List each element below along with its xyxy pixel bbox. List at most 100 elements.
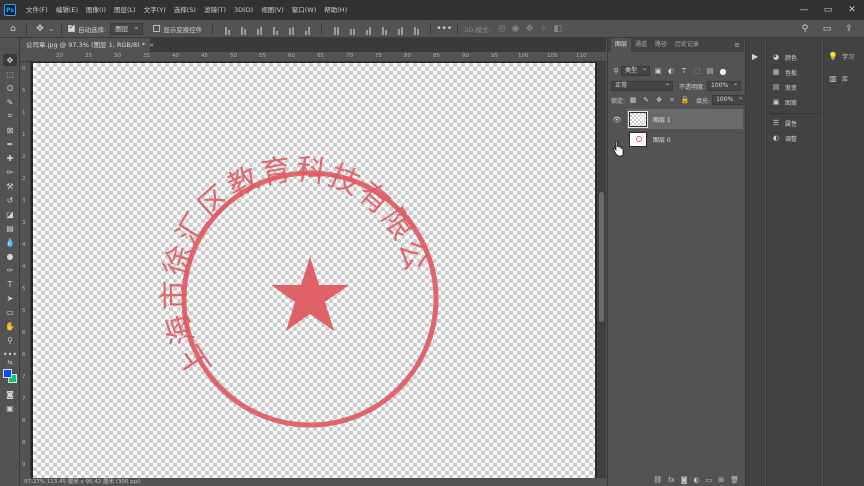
filter-kind-dropdown[interactable]: 类型 — [621, 65, 651, 76]
menu-filter[interactable]: 滤镜(T) — [200, 0, 230, 20]
panel-color[interactable]: ◕ 颜色 — [771, 50, 797, 64]
panel-libraries[interactable]: ▥ 库 — [828, 71, 848, 85]
delete-icon[interactable]: 🗑 — [730, 476, 739, 484]
swap-colors-icon[interactable]: ⇆ — [3, 358, 17, 366]
show-transform-checkbox[interactable] — [153, 25, 161, 32]
gradient-tool-icon[interactable]: ▤ — [3, 222, 17, 234]
distribute-hcenter-icon[interactable] — [394, 23, 406, 35]
opacity-input[interactable]: 100% — [707, 80, 742, 91]
scrollbar-thumb[interactable] — [599, 192, 604, 322]
menu-help[interactable]: 帮助(H) — [320, 0, 351, 20]
lock-all-icon[interactable]: 🔒 — [680, 95, 690, 105]
filter-shape-icon[interactable]: ⬚ — [692, 66, 702, 76]
layer-row[interactable]: 图层 1 — [627, 109, 743, 129]
horizontal-ruler[interactable]: 20 25 30 35 40 45 50 55 60 65 70 75 80 8… — [20, 52, 606, 62]
auto-select-target-dropdown[interactable]: 图层 — [110, 22, 144, 35]
adjustment-icon[interactable]: ◐ — [694, 476, 700, 484]
brush-tool-icon[interactable]: ✏ — [3, 166, 17, 178]
fx-icon[interactable]: fx — [668, 476, 675, 484]
panel-patterns[interactable]: ▣ 图案 — [771, 95, 797, 109]
chevron-down-icon[interactable]: ⌄ — [47, 22, 55, 36]
lock-position-icon[interactable]: ✥ — [654, 95, 664, 105]
lock-artboard-icon[interactable]: ⌗ — [667, 95, 677, 105]
clone-stamp-tool-icon[interactable]: ⚒ — [3, 180, 17, 192]
3d-roll-icon[interactable]: ◉ — [509, 22, 523, 36]
history-brush-tool-icon[interactable]: ↺ — [3, 194, 17, 206]
distribute-top-icon[interactable] — [330, 23, 342, 35]
fill-input[interactable]: 100% — [712, 94, 747, 105]
3d-orbit-icon[interactable]: ◎ — [495, 22, 509, 36]
shape-tool-icon[interactable]: ▭ — [3, 306, 17, 318]
vertical-scrollbar[interactable] — [597, 62, 606, 480]
move-tool-icon[interactable]: ✥ — [3, 54, 17, 66]
hand-tool-icon[interactable]: ✋ — [3, 320, 17, 332]
align-vcenter-icon[interactable] — [237, 23, 249, 35]
menu-edit[interactable]: 编辑(E) — [52, 0, 82, 20]
panel-menu-icon[interactable]: ≡ — [734, 41, 740, 49]
distribute-vcenter-icon[interactable] — [346, 23, 358, 35]
home-icon[interactable]: ⌂ — [6, 22, 20, 36]
share-icon[interactable]: ⇪ — [842, 22, 856, 36]
lock-transparent-icon[interactable]: ▦ — [628, 95, 638, 105]
3d-slide-icon[interactable]: ✧ — [537, 22, 551, 36]
filter-toggle-icon[interactable]: ● — [718, 66, 728, 76]
document-tab[interactable]: 公司章.jpg @ 97.3% (图层 1, RGB/8) * × — [20, 38, 154, 52]
panel-learn[interactable]: 💡 学习 — [828, 49, 854, 63]
auto-select-checkbox[interactable] — [68, 23, 75, 32]
more-options-icon[interactable]: ••• — [436, 22, 452, 36]
eyedropper-tool-icon[interactable]: ✒ — [3, 138, 17, 150]
align-bottom-icon[interactable] — [253, 23, 265, 35]
type-tool-icon[interactable]: T — [3, 278, 17, 290]
align-left-icon[interactable] — [269, 23, 281, 35]
maximize-icon[interactable]: ▭ — [816, 0, 840, 20]
menu-3d[interactable]: 3D(D) — [230, 0, 257, 20]
link-icon[interactable]: ⛓ — [653, 476, 662, 484]
foreground-color-swatch[interactable] — [3, 369, 12, 378]
panel-properties[interactable]: ☰ 属性 — [771, 116, 797, 130]
menu-image[interactable]: 图像(I) — [82, 0, 110, 20]
lasso-tool-icon[interactable]: ʘ — [3, 82, 17, 94]
align-right-icon[interactable] — [301, 23, 313, 35]
search-icon[interactable]: ⚲ — [798, 22, 812, 36]
pen-tool-icon[interactable]: ✑ — [3, 264, 17, 276]
group-icon[interactable]: ▭ — [706, 476, 713, 484]
close-icon[interactable]: ✕ — [840, 0, 864, 20]
menu-type[interactable]: 文字(Y) — [140, 0, 170, 20]
mask-icon[interactable]: ◙ — [681, 476, 688, 484]
tab-layers[interactable]: 图层 — [611, 38, 632, 52]
crop-tool-icon[interactable]: ⌗ — [3, 110, 17, 122]
close-tab-icon[interactable]: × — [149, 41, 154, 49]
menu-view[interactable]: 视图(V) — [257, 0, 288, 20]
canvas-workspace[interactable]: 上海市徐汇区教育科技有限公司 — [31, 62, 606, 480]
menu-window[interactable]: 窗口(W) — [288, 0, 321, 20]
distribute-left-icon[interactable] — [378, 23, 390, 35]
play-icon[interactable]: ▶ — [752, 52, 758, 61]
panel-gradients[interactable]: ▤ 渐变 — [771, 80, 797, 94]
path-select-tool-icon[interactable]: ➤ — [3, 292, 17, 304]
blend-mode-dropdown[interactable]: 正常 — [611, 80, 673, 91]
eraser-tool-icon[interactable]: ◪ — [3, 208, 17, 220]
minimize-icon[interactable]: — — [792, 0, 816, 20]
3d-pan-icon[interactable]: ✥ — [523, 22, 537, 36]
menu-file[interactable]: 文件(F) — [22, 0, 52, 20]
tab-channels[interactable]: 通道 — [631, 38, 651, 52]
distribute-right-icon[interactable] — [410, 23, 422, 35]
menu-layer[interactable]: 图层(L) — [110, 0, 140, 20]
healing-brush-tool-icon[interactable]: ✚ — [3, 152, 17, 164]
filter-type-icon[interactable]: T — [679, 66, 689, 76]
new-layer-icon[interactable]: ⊞ — [718, 476, 724, 484]
tab-paths[interactable]: 路径 — [651, 38, 671, 52]
align-hcenter-icon[interactable] — [285, 23, 297, 35]
panel-adjustments[interactable]: ◐ 调整 — [771, 131, 797, 145]
eye-icon[interactable]: 👁 — [612, 115, 622, 125]
layer-row[interactable]: 图层 0 — [627, 129, 743, 149]
marquee-tool-icon[interactable]: ⬚ — [3, 68, 17, 80]
zoom-tool-icon[interactable]: ⚲ — [3, 334, 17, 346]
document-canvas[interactable]: 上海市徐汇区教育科技有限公司 — [33, 63, 595, 479]
blur-tool-icon[interactable]: 💧 — [3, 236, 17, 248]
3d-scale-icon[interactable]: ◧ — [551, 22, 565, 36]
filter-adjustment-icon[interactable]: ◐ — [666, 66, 676, 76]
screen-mode-icon[interactable]: ▣ — [3, 402, 17, 414]
filter-pixel-icon[interactable]: ▣ — [653, 66, 663, 76]
quick-select-tool-icon[interactable]: ✎ — [3, 96, 17, 108]
